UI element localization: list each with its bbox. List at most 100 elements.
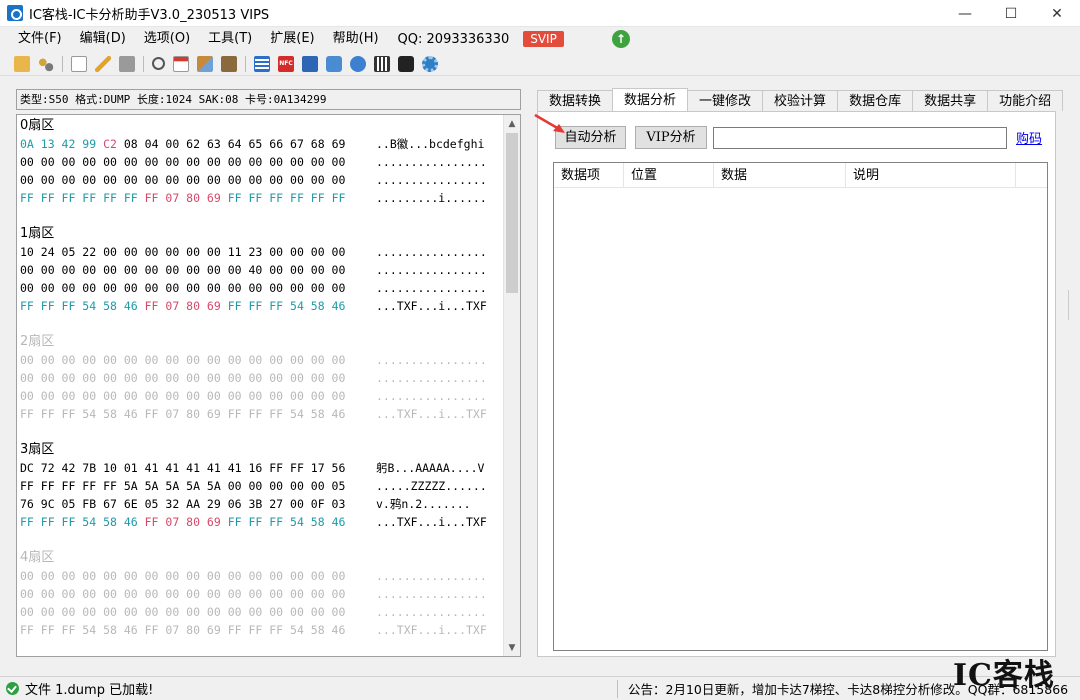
- nodes-icon[interactable]: [38, 55, 54, 72]
- search-icon[interactable]: [152, 57, 165, 70]
- hex-row[interactable]: 00 00 00 00 00 00 00 00 00 00 00 00 00 0…: [20, 369, 502, 387]
- tab-6[interactable]: 功能介绍: [987, 90, 1064, 111]
- hex-row[interactable]: 00 00 00 00 00 00 00 00 00 00 00 00 00 0…: [20, 153, 502, 171]
- title-bar: IC客栈-IC卡分析助手V3.0_230513 VIPS — ☐ ✕: [0, 0, 1080, 27]
- stairs-icon[interactable]: [197, 55, 213, 72]
- tab-0[interactable]: 数据转换: [537, 90, 614, 111]
- hex-row[interactable]: 00 00 00 00 00 00 00 00 00 00 00 00 00 0…: [20, 279, 502, 297]
- hex-byte-group: 00 00 00 00 00 00 00 00 00 00 00 00 00 0…: [20, 371, 346, 385]
- scroll-down-arrow-icon[interactable]: ▼: [504, 639, 520, 656]
- tab-4[interactable]: 数据仓库: [837, 90, 914, 111]
- tab-3[interactable]: 校验计算: [762, 90, 839, 111]
- sector-gap: [20, 531, 502, 549]
- hex-row[interactable]: 00 00 00 00 00 00 00 00 00 00 00 00 00 0…: [20, 171, 502, 189]
- vip-analyze-button[interactable]: VIP分析: [635, 126, 707, 149]
- scroll-up-arrow-icon[interactable]: ▲: [504, 115, 520, 132]
- hex-ascii: ................: [376, 587, 487, 601]
- hex-ascii: ................: [376, 569, 487, 583]
- status-divider: [617, 680, 618, 698]
- buy-code-link[interactable]: 购码: [1016, 128, 1042, 147]
- menu-help[interactable]: 帮助(H): [324, 28, 388, 50]
- status-message: 文件 1.dump 已加载!: [25, 683, 154, 698]
- column-header-position[interactable]: 位置: [624, 163, 714, 188]
- sector-gap: [20, 423, 502, 441]
- tab-2[interactable]: 一键修改: [687, 90, 764, 111]
- hex-bytes: FF FF FF 54 58 46 FF 07 80 69 FF FF FF 5…: [20, 621, 376, 639]
- hex-byte-group: 00 00 00 00 00 00 00 00 00 00 00 00 00 0…: [20, 569, 346, 583]
- hex-row[interactable]: FF FF FF 54 58 46 FF 07 80 69 FF FF FF 5…: [20, 297, 502, 315]
- hex-bytes: 76 9C 05 FB 67 6E 05 32 AA 29 06 3B 27 0…: [20, 495, 376, 513]
- sector-title: 2扇区: [20, 334, 55, 349]
- hex-row[interactable]: 00 00 00 00 00 00 00 00 00 00 00 00 00 0…: [20, 585, 502, 603]
- update-arrow-icon[interactable]: ↑: [611, 30, 630, 48]
- grid-icon[interactable]: [374, 55, 390, 72]
- settings-icon[interactable]: [422, 55, 438, 72]
- hex-row[interactable]: FF FF FF FF FF FF FF 07 80 69 FF FF FF F…: [20, 189, 502, 207]
- hex-bytes: 00 00 00 00 00 00 00 00 00 00 00 00 00 0…: [20, 387, 376, 405]
- hex-row[interactable]: FF FF FF 54 58 46 FF 07 80 69 FF FF FF 5…: [20, 405, 502, 423]
- key-icon[interactable]: [350, 55, 366, 72]
- hex-byte-group: FF FF FF FF FF 5A 5A 5A 5A 5A 00 00 00 0…: [20, 479, 346, 493]
- svip-badge[interactable]: SVIP: [523, 31, 564, 47]
- hex-bytes: 0A 13 42 99 C2 08 04 00 62 63 64 65 66 6…: [20, 135, 376, 153]
- hex-row[interactable]: FF FF FF 54 58 46 FF 07 80 69 FF FF FF 5…: [20, 513, 502, 531]
- column-header-data[interactable]: 数据: [714, 163, 846, 188]
- hex-row[interactable]: 0A 13 42 99 C2 08 04 00 62 63 64 65 66 6…: [20, 135, 502, 153]
- hex-row[interactable]: 76 9C 05 FB 67 6E 05 32 AA 29 06 3B 27 0…: [20, 495, 502, 513]
- menu-file[interactable]: 文件(F): [9, 28, 71, 50]
- list-icon[interactable]: [254, 55, 270, 72]
- hex-row[interactable]: DC 72 42 7B 10 01 41 41 41 41 41 16 FF F…: [20, 459, 502, 477]
- hex-byte-group: FF 07 80 69: [144, 191, 228, 205]
- menu-extensions[interactable]: 扩展(E): [261, 28, 323, 50]
- hex-row[interactable]: 00 00 00 00 00 00 00 00 00 00 00 00 00 0…: [20, 351, 502, 369]
- card-reader-icon[interactable]: [302, 55, 318, 72]
- list-header: 数据项 位置 数据 说明: [554, 163, 1047, 188]
- minimize-button[interactable]: —: [942, 0, 988, 27]
- maximize-button[interactable]: ☐: [988, 0, 1034, 27]
- hex-viewer[interactable]: 0扇区 0A 13 42 99 C2 08 04 00 62 63 64 65 6…: [16, 114, 521, 657]
- hex-row[interactable]: 00 00 00 00 00 00 00 00 00 00 00 00 00 0…: [20, 567, 502, 585]
- code-input[interactable]: [713, 127, 1007, 149]
- nfc-icon[interactable]: NFC: [278, 55, 294, 72]
- hex-ascii: ...TXF...i...TXF: [376, 407, 487, 421]
- hex-row[interactable]: 00 00 00 00 00 00 00 00 00 00 00 00 00 0…: [20, 603, 502, 621]
- hex-byte-group: 0A 13 42 99: [20, 137, 104, 151]
- menu-tools[interactable]: 工具(T): [199, 28, 261, 50]
- folder-icon[interactable]: [14, 55, 30, 72]
- hex-row[interactable]: 10 24 05 22 00 00 00 00 00 00 11 23 00 0…: [20, 243, 502, 261]
- edge-scroll-indicator: [1068, 290, 1080, 320]
- hex-byte-group: 00 00 00 00 00 00 00 00 00 00 00 00 00 0…: [20, 173, 346, 187]
- hex-byte-group: DC 72 42 7B 10 01 41 41 41 41 41 16 FF F…: [20, 461, 346, 475]
- status-bar: 文件 1.dump 已加载! 公告：2月10日更新，增加卡达7梯控、卡达8梯控分…: [0, 676, 1080, 700]
- hex-byte-group: FF FF FF 54 58 46 FF 07 80 69 FF FF FF 5…: [20, 623, 346, 637]
- column-header-item[interactable]: 数据项: [554, 163, 624, 188]
- hex-row[interactable]: FF FF FF FF FF 5A 5A 5A 5A 5A 00 00 00 0…: [20, 477, 502, 495]
- menu-options[interactable]: 选项(O): [135, 28, 199, 50]
- hex-row[interactable]: 00 00 00 00 00 00 00 00 00 00 00 00 00 0…: [20, 387, 502, 405]
- calendar-icon[interactable]: [173, 55, 189, 72]
- hex-row[interactable]: FF FF FF 54 58 46 FF 07 80 69 FF FF FF 5…: [20, 621, 502, 639]
- edit-icon[interactable]: [95, 55, 111, 72]
- scan-icon[interactable]: [326, 55, 342, 72]
- window-controls: — ☐ ✕: [942, 0, 1080, 27]
- close-button[interactable]: ✕: [1034, 0, 1080, 27]
- sector-block: 3扇区 DC 72 42 7B 10 01 41 41 41 41 41 16 F…: [20, 441, 502, 549]
- analysis-result-list[interactable]: 数据项 位置 数据 说明: [553, 162, 1048, 651]
- report-icon[interactable]: [221, 55, 237, 72]
- tab-1[interactable]: 数据分析: [612, 88, 689, 111]
- new-file-icon[interactable]: [71, 55, 87, 72]
- sector-title: 3扇区: [20, 442, 55, 457]
- hex-row[interactable]: 00 00 00 00 00 00 00 00 00 00 00 40 00 0…: [20, 261, 502, 279]
- menu-edit[interactable]: 编辑(D): [71, 28, 135, 50]
- hex-byte-group: FF FF FF 54 58 46: [227, 299, 346, 313]
- tab-5[interactable]: 数据共享: [912, 90, 989, 111]
- hex-ascii: ...TXF...i...TXF: [376, 623, 487, 637]
- dice-icon[interactable]: [398, 55, 414, 72]
- scroll-thumb[interactable]: [506, 133, 518, 293]
- hex-ascii: ................: [376, 371, 487, 385]
- column-header-description[interactable]: 说明: [846, 163, 1016, 188]
- vertical-scrollbar[interactable]: ▲ ▼: [503, 115, 520, 656]
- save-icon[interactable]: [119, 55, 135, 72]
- hex-bytes: 00 00 00 00 00 00 00 00 00 00 00 00 00 0…: [20, 171, 376, 189]
- sector-title: 4扇区: [20, 550, 55, 565]
